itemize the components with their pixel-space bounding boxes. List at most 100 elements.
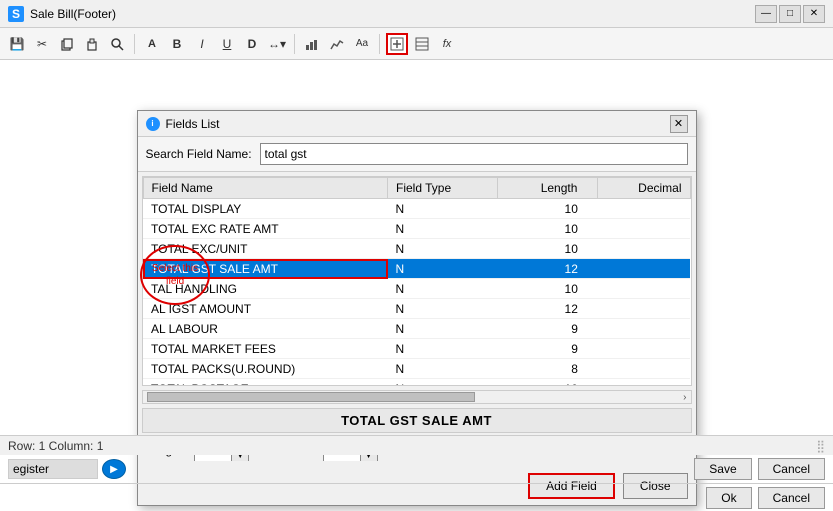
field-length-cell: 10 bbox=[498, 379, 598, 387]
bottom-area: egister ▶ Save Cancel Ok Cancel bbox=[0, 455, 833, 511]
cancel-button-bottom[interactable]: Cancel bbox=[758, 458, 825, 480]
table-row[interactable]: TOTAL MARKET FEES N 9 bbox=[143, 339, 690, 359]
status-bar: Row: 1 Column: 1 ⣿ bbox=[0, 435, 833, 455]
field-length-cell: 12 bbox=[498, 299, 598, 319]
table-row[interactable]: TOTAL EXC RATE AMT N 10 bbox=[143, 219, 690, 239]
formula-button[interactable]: fx bbox=[436, 33, 458, 55]
table-row[interactable]: TAL HANDLING N 10 bbox=[143, 279, 690, 299]
minimize-button[interactable]: — bbox=[755, 5, 777, 23]
field-name-cell: TAL HANDLING bbox=[143, 279, 388, 299]
main-area: i Fields List ✕ Search Field Name: Field… bbox=[0, 60, 833, 511]
field-length-cell: 9 bbox=[498, 339, 598, 359]
save-button-bottom[interactable]: Save bbox=[694, 458, 751, 480]
bottom-row2: Ok Cancel bbox=[0, 483, 833, 511]
field-type-cell: N bbox=[388, 319, 498, 339]
status-text: Row: 1 Column: 1 bbox=[8, 439, 103, 453]
search-label: Search Field Name: bbox=[146, 147, 252, 161]
scrollbar-thumb[interactable] bbox=[147, 392, 476, 402]
separator3 bbox=[379, 34, 380, 54]
text-style-button[interactable]: A bbox=[141, 33, 163, 55]
dialog-close-button[interactable]: ✕ bbox=[670, 115, 688, 133]
field-type-cell: N bbox=[388, 199, 498, 219]
bold-button[interactable]: B bbox=[166, 33, 188, 55]
field-decimal-cell bbox=[598, 219, 690, 239]
field-length-cell: 10 bbox=[498, 219, 598, 239]
dialog-title: Fields List bbox=[166, 117, 220, 131]
find-button[interactable] bbox=[106, 33, 128, 55]
col-decimal: Decimal bbox=[598, 178, 690, 199]
summary-field-name: TOTAL GST SALE AMT bbox=[142, 408, 692, 433]
bottom-row1: egister ▶ Save Cancel bbox=[0, 455, 833, 483]
table-row[interactable]: AL LABOUR N 9 bbox=[143, 319, 690, 339]
field-type-cell: N bbox=[388, 359, 498, 379]
insert-field-button[interactable] bbox=[386, 33, 408, 55]
field-name-cell: TOTAL PACKS(U.ROUND) bbox=[143, 359, 388, 379]
field-name-cell: AL IGST AMOUNT bbox=[143, 299, 388, 319]
maximize-button[interactable]: □ bbox=[779, 5, 801, 23]
separator2 bbox=[294, 34, 295, 54]
lookup-button[interactable] bbox=[411, 33, 433, 55]
close-window-button[interactable]: ✕ bbox=[803, 5, 825, 23]
dialog-title-bar: i Fields List ✕ bbox=[138, 111, 696, 137]
chart1-button[interactable] bbox=[301, 33, 323, 55]
field-name-cell: TOTAL EXC RATE AMT bbox=[143, 219, 388, 239]
field-type-cell: N bbox=[388, 219, 498, 239]
table-row[interactable]: TOTAL POSTAGE N 10 bbox=[143, 379, 690, 387]
field-length-cell: 10 bbox=[498, 199, 598, 219]
field-decimal-cell bbox=[598, 239, 690, 259]
font-aa-button[interactable]: Aa bbox=[351, 33, 373, 55]
field-type-cell: N bbox=[388, 379, 498, 387]
horizontal-scrollbar[interactable]: › bbox=[142, 390, 692, 404]
separator1 bbox=[134, 34, 135, 54]
field-decimal-cell bbox=[598, 279, 690, 299]
copy-button[interactable] bbox=[56, 33, 78, 55]
field-type-cell: N bbox=[388, 239, 498, 259]
field-type-cell: N bbox=[388, 279, 498, 299]
search-input[interactable] bbox=[260, 143, 688, 165]
field-length-cell-selected: 12 bbox=[498, 259, 598, 279]
register-label: egister bbox=[8, 459, 98, 479]
field-decimal-cell bbox=[598, 319, 690, 339]
field-name-cell: TOTAL POSTAGE bbox=[143, 379, 388, 387]
window-title: Sale Bill(Footer) bbox=[30, 7, 116, 21]
app-icon: S bbox=[8, 6, 24, 22]
toolbar: 💾 ✂ A B I U D ↔▾ Aa fx bbox=[0, 28, 833, 60]
register-area: egister ▶ bbox=[8, 459, 126, 479]
field-decimal-cell bbox=[598, 339, 690, 359]
col-length: Length bbox=[498, 178, 598, 199]
col-field-type: Field Type bbox=[388, 178, 498, 199]
title-bar: S Sale Bill(Footer) — □ ✕ bbox=[0, 0, 833, 28]
field-decimal-cell-selected bbox=[598, 259, 690, 279]
field-type-cell: N bbox=[388, 339, 498, 359]
save-cancel-area: Save Cancel bbox=[694, 458, 825, 480]
field-decimal-cell bbox=[598, 359, 690, 379]
fields-table-container: Field Name Field Type Length Decimal TOT… bbox=[142, 176, 692, 386]
chart2-button[interactable] bbox=[326, 33, 348, 55]
table-row[interactable]: AL IGST AMOUNT N 12 bbox=[143, 299, 690, 319]
field-decimal-cell bbox=[598, 379, 690, 387]
table-row-selected[interactable]: TOTAL GST SALE AMT N 12 bbox=[143, 259, 690, 279]
cancel2-button[interactable]: Cancel bbox=[758, 487, 825, 509]
field-length-cell: 10 bbox=[498, 239, 598, 259]
arrows-button[interactable]: ↔▾ bbox=[266, 33, 288, 55]
field-type-cell-selected: N bbox=[388, 259, 498, 279]
window-controls: — □ ✕ bbox=[755, 5, 825, 23]
field-name-cell: AL LABOUR bbox=[143, 319, 388, 339]
underline-button[interactable]: U bbox=[216, 33, 238, 55]
field-name-cell: TOTAL MARKET FEES bbox=[143, 339, 388, 359]
ok-button[interactable]: Ok bbox=[706, 487, 751, 509]
cut-button[interactable]: ✂ bbox=[31, 33, 53, 55]
field-length-cell: 10 bbox=[498, 279, 598, 299]
fields-table: Field Name Field Type Length Decimal TOT… bbox=[143, 177, 691, 386]
table-row[interactable]: TOTAL DISPLAY N 10 bbox=[143, 199, 690, 219]
register-circle[interactable]: ▶ bbox=[102, 459, 126, 479]
field-name-cell-selected: TOTAL GST SALE AMT bbox=[143, 259, 388, 279]
table-row[interactable]: TOTAL PACKS(U.ROUND) N 8 bbox=[143, 359, 690, 379]
field-name-cell: TOTAL DISPLAY bbox=[143, 199, 388, 219]
paste-button[interactable] bbox=[81, 33, 103, 55]
col-field-name: Field Name bbox=[143, 178, 388, 199]
save-button[interactable]: 💾 bbox=[6, 33, 28, 55]
color-d-button[interactable]: D bbox=[241, 33, 263, 55]
italic-button[interactable]: I bbox=[191, 33, 213, 55]
table-row[interactable]: TOTAL EXC/UNIT N 10 bbox=[143, 239, 690, 259]
